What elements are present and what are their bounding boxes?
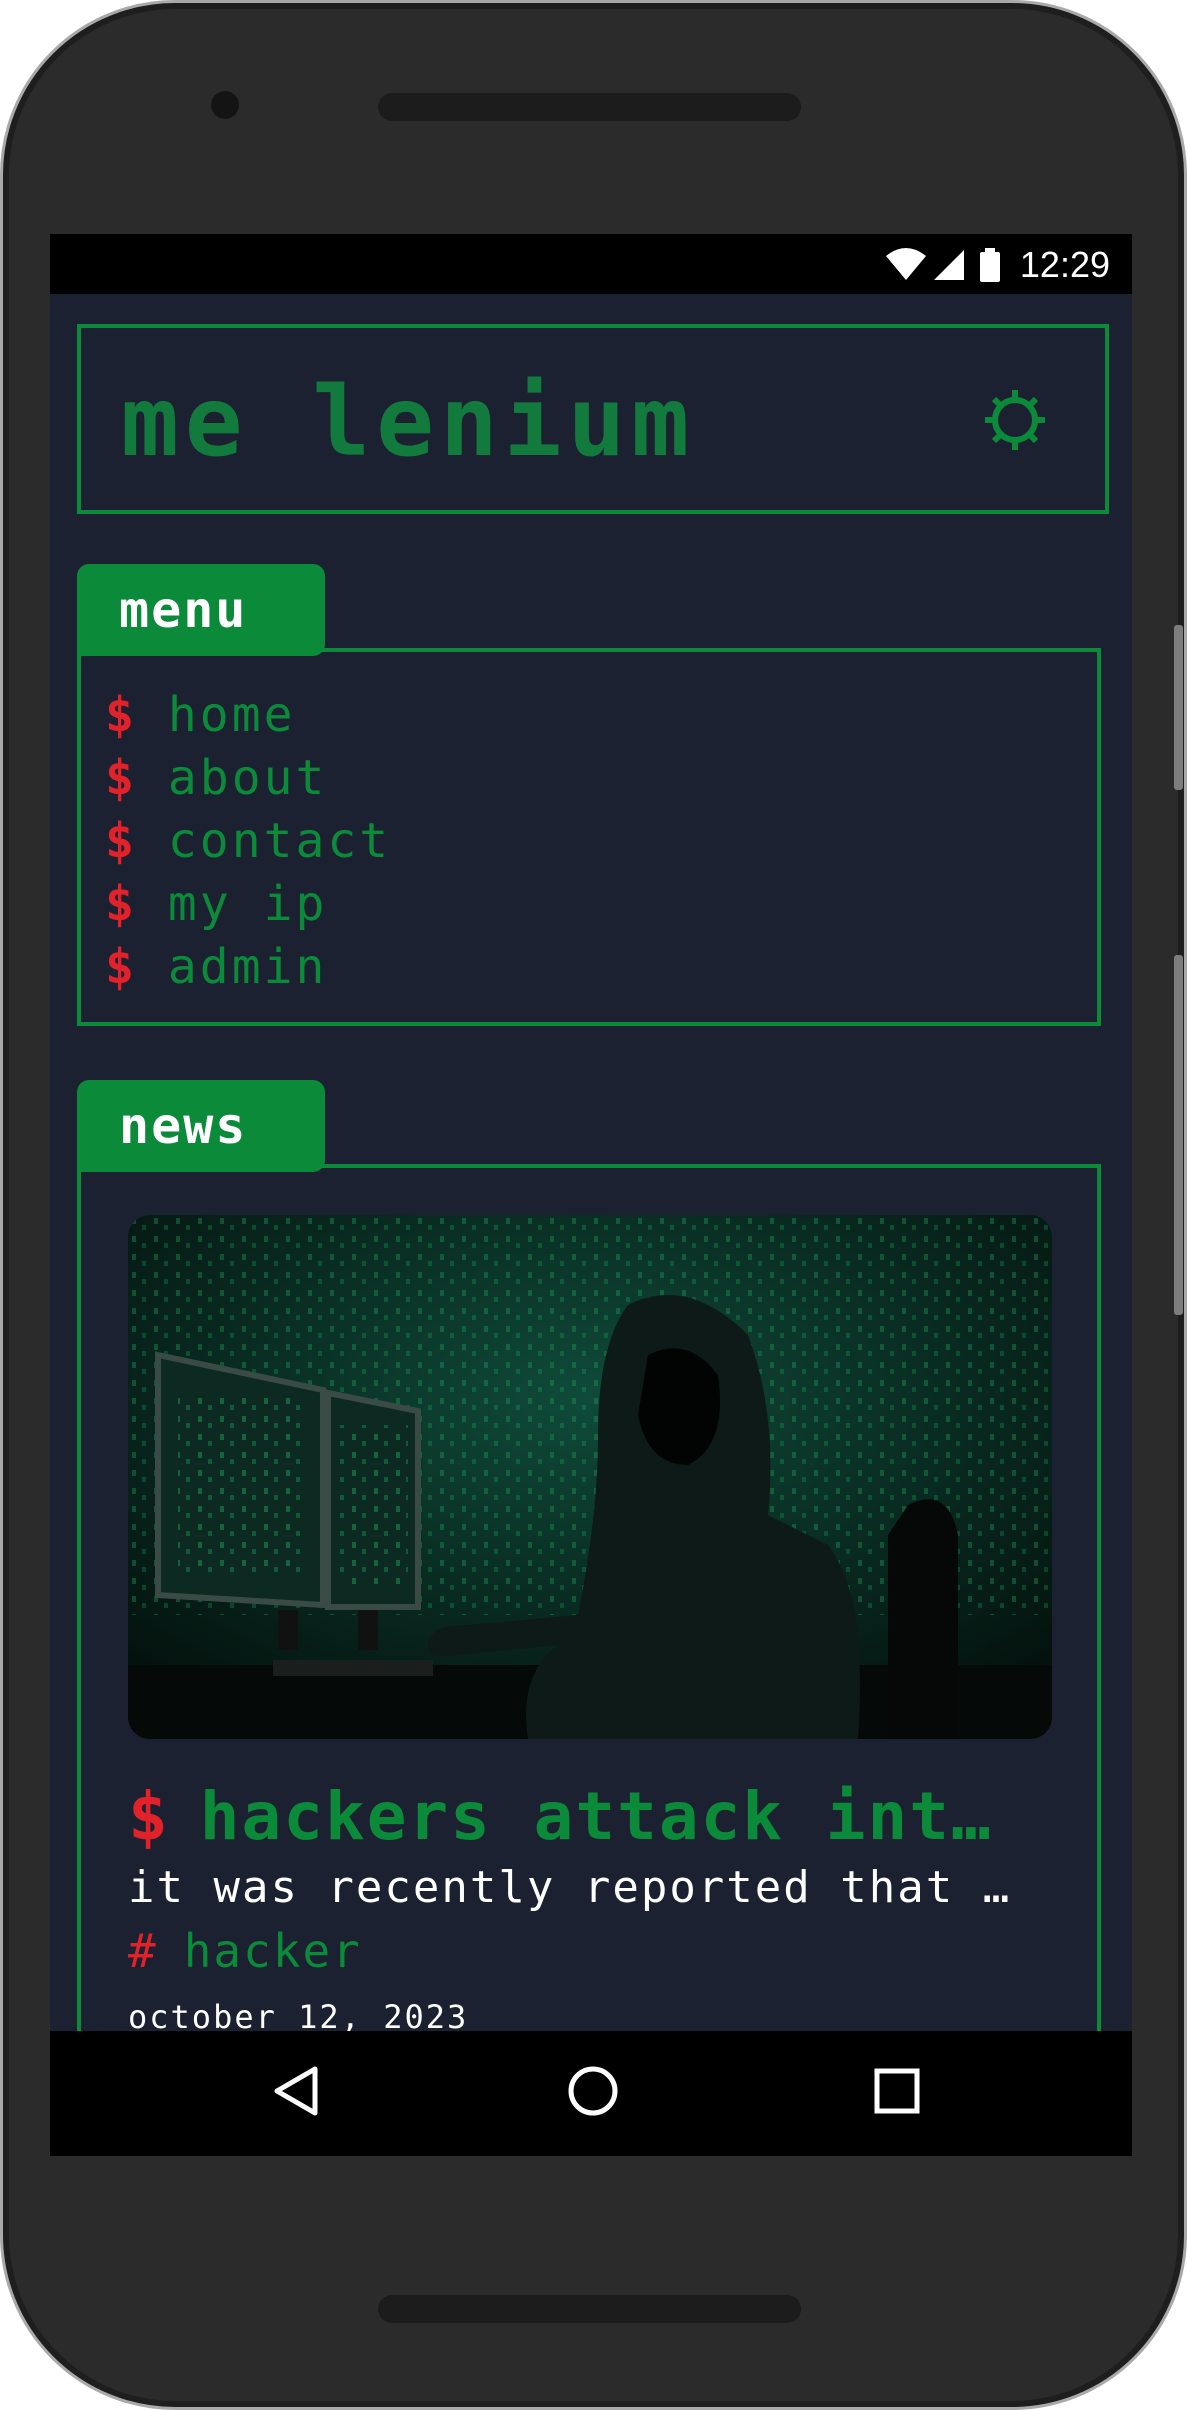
menu-item-admin[interactable]: $ admin bbox=[105, 936, 1097, 999]
status-bar: 12:29 bbox=[50, 234, 1132, 294]
menu-item-contact[interactable]: $ contact bbox=[105, 810, 1097, 873]
front-camera bbox=[211, 91, 239, 119]
home-icon[interactable] bbox=[563, 2061, 623, 2125]
menu-item-about[interactable]: $ about bbox=[105, 747, 1097, 810]
menu-link-label[interactable]: about bbox=[168, 750, 328, 806]
phone-frame: 12:29 me lenium menu $ home $ about $ co… bbox=[0, 0, 1187, 2410]
prompt-symbol: $ bbox=[105, 876, 134, 932]
battery-icon bbox=[980, 248, 1000, 282]
prompt-symbol: $ bbox=[105, 750, 134, 806]
earpiece-speaker bbox=[378, 93, 801, 121]
menu-panel: $ home $ about $ contact $ my ip $ admin bbox=[77, 648, 1101, 1026]
news-excerpt: it was recently reported that hackers bbox=[128, 1862, 1028, 1913]
status-icons bbox=[884, 246, 1004, 288]
prompt-symbol: $ bbox=[105, 813, 134, 869]
news-panel: $ hackers attack internet it was recently… bbox=[77, 1164, 1101, 2156]
prompt-symbol: $ bbox=[105, 687, 134, 743]
prompt-symbol: $ bbox=[105, 939, 134, 995]
menu-link-label[interactable]: home bbox=[168, 687, 296, 743]
menu-item-my-ip[interactable]: $ my ip bbox=[105, 873, 1097, 936]
status-time: 12:29 bbox=[1019, 244, 1110, 285]
wifi-icon bbox=[886, 248, 926, 280]
news-tag[interactable]: # hacker bbox=[128, 1924, 362, 1978]
screen: 12:29 me lenium menu $ home $ about $ co… bbox=[50, 234, 1132, 2156]
volume-button bbox=[1174, 625, 1183, 790]
news-tab: news bbox=[77, 1080, 325, 1172]
recents-icon[interactable] bbox=[867, 2061, 927, 2125]
power-button bbox=[1174, 955, 1183, 1315]
menu-list: $ home $ about $ contact $ my ip $ admin bbox=[81, 652, 1097, 999]
menu-tab: menu bbox=[77, 564, 325, 656]
news-image[interactable] bbox=[128, 1215, 1052, 1739]
sun-icon[interactable] bbox=[983, 388, 1047, 452]
navigation-bar bbox=[50, 2031, 1132, 2156]
menu-link-label[interactable]: my ip bbox=[168, 876, 328, 932]
prompt-symbol: $ bbox=[128, 1778, 170, 1855]
signal-icon bbox=[934, 250, 964, 280]
site-title[interactable]: me lenium bbox=[121, 366, 695, 478]
news-title-text[interactable]: hackers attack internet bbox=[200, 1778, 1028, 1855]
tag-symbol: # bbox=[128, 1924, 158, 1978]
menu-link-label[interactable]: admin bbox=[168, 939, 328, 995]
news-article-title[interactable]: $ hackers attack internet bbox=[128, 1778, 1028, 1855]
menu-item-home[interactable]: $ home bbox=[105, 684, 1097, 747]
menu-link-label[interactable]: contact bbox=[168, 813, 391, 869]
site-header: me lenium bbox=[77, 324, 1109, 514]
bottom-speaker bbox=[378, 2295, 801, 2323]
back-icon[interactable] bbox=[267, 2061, 327, 2125]
tag-label[interactable]: hacker bbox=[184, 1924, 362, 1978]
